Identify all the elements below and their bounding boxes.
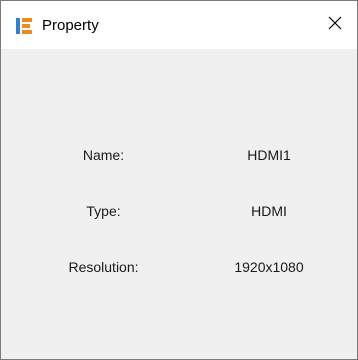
property-row-type: Type: HDMI [1,201,357,221]
property-panel: Name: HDMI1 Type: HDMI Resolution: 1920x… [1,49,357,359]
resolution-value: 1920x1080 [234,259,304,275]
close-icon [328,16,342,35]
property-row-resolution: Resolution: 1920x1080 [1,257,357,277]
name-label: Name: [82,147,125,163]
window-title: Property [42,17,99,34]
resolution-label: Resolution: [68,259,139,275]
type-value: HDMI [251,203,287,219]
name-value: HDMI1 [247,147,291,163]
ie-logo-icon [15,17,33,35]
type-label: Type: [86,203,121,219]
property-dialog: Property Name: HDMI1 Type: HDMI Resoluti… [0,0,358,360]
property-row-name: Name: HDMI1 [1,145,357,165]
close-button[interactable] [313,1,357,49]
title-bar: Property [1,1,357,49]
